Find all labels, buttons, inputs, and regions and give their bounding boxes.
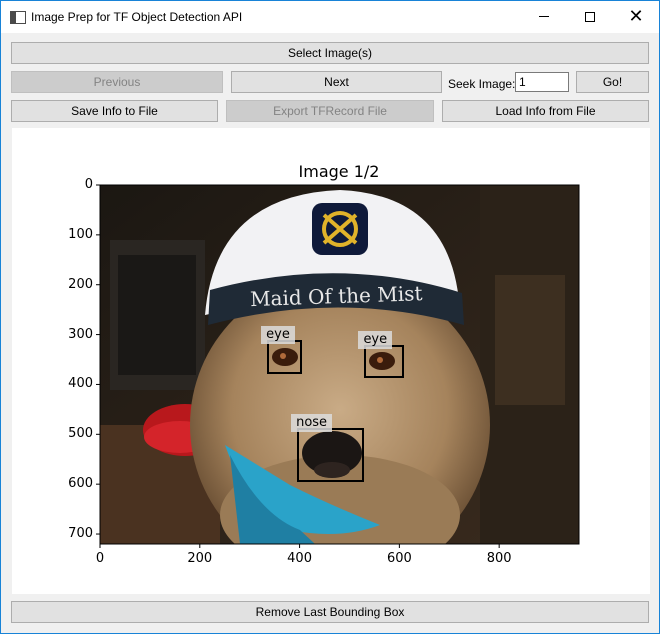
x-tick-label: 0	[95, 551, 105, 566]
y-tick-label: 500	[68, 426, 93, 442]
close-button[interactable]: ✕	[613, 1, 659, 33]
y-tick-label: 600	[68, 476, 93, 492]
y-tick-label: 300	[68, 326, 93, 342]
x-tick-label: 400	[287, 551, 312, 566]
previous-button[interactable]: Previous	[11, 71, 223, 93]
minimize-button[interactable]	[521, 1, 567, 33]
dog-photo-image: Maid Of the Mist	[100, 185, 579, 544]
go-button[interactable]: Go!	[576, 71, 649, 93]
remove-last-box-button[interactable]: Remove Last Bounding Box	[11, 601, 649, 623]
dog-photo[interactable]: Maid Of the Mist	[100, 185, 579, 544]
image-plot-panel[interactable]: Image 1/2 Maid Of the Mist 0 100 200 300…	[12, 128, 650, 594]
bounding-box-label: eye	[358, 330, 393, 349]
bounding-box-nose[interactable]	[297, 427, 365, 482]
seek-image-input[interactable]	[515, 72, 569, 92]
maximize-icon	[585, 12, 595, 22]
seek-image-label: Seek Image:	[448, 77, 516, 91]
y-tick-label: 200	[68, 276, 93, 292]
x-tick-label: 800	[486, 551, 512, 566]
x-tick-label: 600	[386, 551, 412, 566]
y-tick-label: 100	[68, 226, 93, 242]
bounding-box-eye[interactable]	[364, 344, 405, 379]
maximize-button[interactable]	[567, 1, 613, 33]
minimize-icon	[539, 16, 549, 17]
window-title: Image Prep for TF Object Detection API	[31, 10, 243, 24]
export-tfrecord-button[interactable]: Export TFRecord File	[226, 100, 434, 122]
plot-title: Image 1/2	[298, 162, 380, 181]
select-images-button[interactable]: Select Image(s)	[11, 42, 649, 64]
close-icon: ✕	[628, 6, 644, 27]
y-tick-label: 700	[68, 526, 93, 542]
bounding-box-eye[interactable]	[267, 339, 303, 375]
app-window-icon	[10, 11, 26, 24]
y-tick-label: 400	[68, 376, 93, 392]
next-button[interactable]: Next	[231, 71, 442, 93]
bounding-box-label: eye	[261, 325, 295, 344]
bounding-box-label: nose	[291, 413, 333, 432]
x-tick-label: 200	[187, 551, 213, 566]
title-bar[interactable]: Image Prep for TF Object Detection API ✕	[1, 1, 659, 33]
save-info-button[interactable]: Save Info to File	[11, 100, 218, 122]
load-info-button[interactable]: Load Info from File	[442, 100, 649, 122]
app-window: Image Prep for TF Object Detection API ✕…	[0, 0, 660, 634]
y-tick-label: 0	[84, 177, 93, 192]
